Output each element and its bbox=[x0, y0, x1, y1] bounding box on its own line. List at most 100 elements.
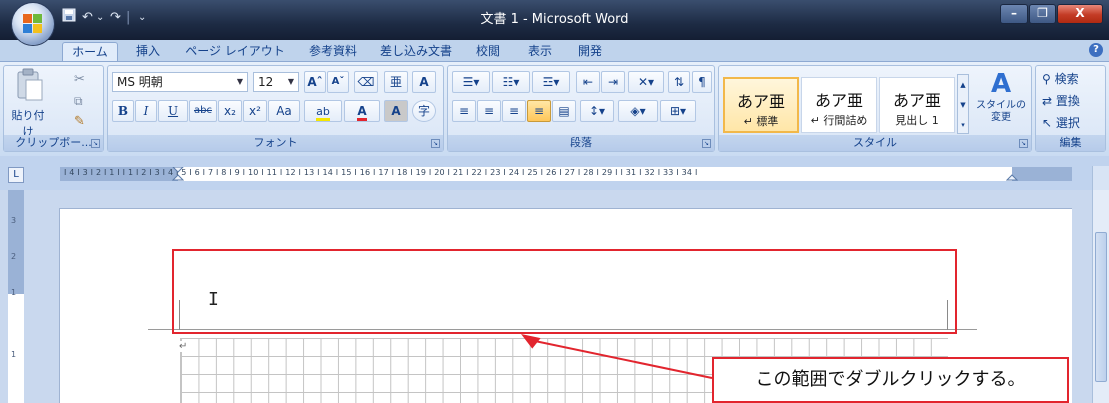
highlighter-icon: ab bbox=[316, 105, 330, 121]
format-painter-icon[interactable]: ✎ bbox=[74, 114, 85, 129]
decrease-indent-icon[interactable]: ⇤ bbox=[576, 71, 600, 93]
find-label: 検索 bbox=[1054, 72, 1079, 86]
shrink-font-button[interactable]: Aˇ bbox=[327, 71, 349, 93]
tab-review[interactable]: 校閲 bbox=[468, 42, 508, 61]
vruler-num: 3 bbox=[11, 216, 17, 225]
close-button[interactable]: X bbox=[1057, 4, 1103, 24]
align-right-icon[interactable]: ≡ bbox=[502, 100, 526, 122]
ruler-row: L I 4 I 3 I 2 I 1 I I 1 I 2 I 3 I 4 I 5 … bbox=[0, 156, 1109, 190]
font-group-label: フォント bbox=[108, 135, 443, 151]
style-name: 見出し 1 bbox=[895, 114, 939, 127]
select-button[interactable]: ↖ 選択 bbox=[1042, 114, 1080, 131]
grow-font-button[interactable]: Aˆ bbox=[304, 71, 326, 93]
vruler-text-area bbox=[8, 294, 24, 403]
bold-button[interactable]: B bbox=[112, 100, 134, 122]
tab-references[interactable]: 参考資料 bbox=[302, 42, 364, 61]
ruler-scale: I 4 I 3 I 2 I 1 I I 1 I 2 I 3 I 4 I 5 I … bbox=[64, 168, 698, 177]
font-name-value: MS 明朝 bbox=[117, 75, 163, 89]
change-case-button[interactable]: Aa bbox=[268, 100, 300, 122]
paste-icon bbox=[17, 68, 43, 101]
paragraph-group-label: 段落 bbox=[448, 135, 714, 151]
phonetic-guide-icon[interactable]: 亜 bbox=[384, 71, 408, 93]
cursor-arrow-icon: ↖ bbox=[1042, 116, 1053, 130]
styles-launcher-icon[interactable]: ↘ bbox=[1019, 139, 1028, 148]
vertical-ruler[interactable]: 3 2 1 1 bbox=[8, 190, 24, 403]
numbering-icon[interactable]: ☷▾ bbox=[492, 71, 530, 93]
char-border-icon[interactable]: A bbox=[412, 71, 436, 93]
vruler-num: 2 bbox=[11, 252, 17, 261]
italic-button[interactable]: I bbox=[135, 100, 157, 122]
clipboard-group-label: クリップボー... bbox=[4, 135, 103, 151]
subscript-button[interactable]: x₂ bbox=[218, 100, 242, 122]
show-marks-icon[interactable]: ¶ bbox=[692, 71, 712, 93]
align-left-icon[interactable]: ≡ bbox=[452, 100, 476, 122]
shading-icon[interactable]: ◈▾ bbox=[618, 100, 658, 122]
copy-icon[interactable]: ⧉ bbox=[74, 94, 83, 109]
line-spacing-icon[interactable]: ↕▾ bbox=[580, 100, 614, 122]
char-shading-button[interactable]: A bbox=[384, 100, 408, 122]
tab-page-layout[interactable]: ページ レイアウト bbox=[180, 42, 290, 61]
vruler-num: 1 bbox=[11, 350, 17, 359]
vertical-scrollbar[interactable] bbox=[1092, 190, 1109, 403]
font-group: MS 明朝 ▼ 12 ▼ Aˆ Aˇ ⌫ 亜 A B I U abc x₂ x²… bbox=[107, 65, 444, 152]
font-size-value: 12 bbox=[258, 75, 274, 89]
tab-home[interactable]: ホーム bbox=[62, 42, 118, 61]
bullets-icon[interactable]: ☰▾ bbox=[452, 71, 490, 93]
align-center-icon[interactable]: ≡ bbox=[477, 100, 501, 122]
underline-button[interactable]: U bbox=[158, 100, 188, 122]
maximize-button[interactable]: ❐ bbox=[1029, 4, 1056, 24]
scrollbar-thumb[interactable] bbox=[1095, 232, 1107, 382]
office-logo-icon bbox=[23, 14, 43, 34]
asian-layout-icon[interactable]: ✕▾ bbox=[628, 71, 664, 93]
tab-insert[interactable]: 挿入 bbox=[128, 42, 168, 61]
paragraph-group: ☰▾ ☷▾ ☲▾ ⇤ ⇥ ✕▾ ⇅ ¶ ≡ ≡ ≡ ≡ ▤ ↕▾ ◈▾ ⊞▾ 段… bbox=[447, 65, 715, 152]
chevron-down-icon: ▼ bbox=[236, 77, 244, 86]
enclose-char-button[interactable]: 字 bbox=[412, 100, 436, 122]
tab-selector-button[interactable]: L bbox=[8, 167, 24, 183]
callout-box: この範囲でダブルクリックする。 bbox=[712, 357, 1069, 403]
indent-marker-icon[interactable] bbox=[172, 167, 184, 181]
tab-mailings[interactable]: 差し込み文書 bbox=[374, 42, 458, 61]
minimize-button[interactable]: – bbox=[1000, 4, 1028, 24]
title-bar: ↶ ⌄ ↷ | ⌄ 文書 1 - Microsoft Word – ❐ X bbox=[0, 0, 1109, 45]
tab-developer[interactable]: 開発 bbox=[570, 42, 610, 61]
highlight-color-button[interactable]: ab bbox=[304, 100, 342, 122]
horizontal-ruler[interactable]: I 4 I 3 I 2 I 1 I I 1 I 2 I 3 I 4 I 5 I … bbox=[60, 167, 1072, 181]
help-icon[interactable]: ? bbox=[1089, 43, 1103, 57]
clear-format-icon[interactable]: ⌫ bbox=[354, 71, 378, 93]
find-button[interactable]: ⚲ 検索 bbox=[1042, 70, 1079, 87]
style-no-spacing[interactable]: あア亜 ↵ 行間詰め bbox=[801, 77, 877, 133]
distribute-icon[interactable]: ▤ bbox=[552, 100, 576, 122]
view-ruler-icon[interactable] bbox=[1092, 166, 1109, 190]
style-normal[interactable]: あア亜 ↵ 標準 bbox=[723, 77, 799, 133]
font-launcher-icon[interactable]: ↘ bbox=[431, 139, 440, 148]
justify-icon[interactable]: ≡ bbox=[527, 100, 551, 122]
paragraph-launcher-icon[interactable]: ↘ bbox=[702, 139, 711, 148]
cut-icon[interactable]: ✂ bbox=[74, 72, 85, 87]
increase-indent-icon[interactable]: ⇥ bbox=[601, 71, 625, 93]
paste-button[interactable]: 貼り付け bbox=[8, 68, 48, 138]
font-color-icon: A bbox=[357, 104, 367, 121]
style-heading-1[interactable]: あア亜 見出し 1 bbox=[879, 77, 955, 133]
tab-view[interactable]: 表示 bbox=[520, 42, 560, 61]
styles-group: あア亜 ↵ 標準 あア亜 ↵ 行間詰め あア亜 見出し 1 ▲ ▼ ▾ A スタイル… bbox=[718, 65, 1032, 152]
font-size-combo[interactable]: 12 ▼ bbox=[253, 72, 299, 92]
change-styles-button[interactable]: A スタイルの変更 bbox=[973, 68, 1029, 134]
replace-button[interactable]: ⇄ 置換 bbox=[1042, 92, 1080, 109]
superscript-button[interactable]: x² bbox=[243, 100, 267, 122]
font-color-button[interactable]: A bbox=[344, 100, 380, 122]
vruler-num: 1 bbox=[11, 288, 17, 297]
clipboard-launcher-icon[interactable]: ↘ bbox=[91, 139, 100, 148]
multilevel-list-icon[interactable]: ☲▾ bbox=[532, 71, 570, 93]
header-area-highlight[interactable] bbox=[172, 249, 957, 334]
office-button[interactable] bbox=[12, 3, 54, 45]
window-title: 文書 1 - Microsoft Word bbox=[480, 12, 629, 27]
borders-icon[interactable]: ⊞▾ bbox=[660, 100, 696, 122]
styles-scroll[interactable]: ▲ ▼ ▾ bbox=[957, 74, 969, 134]
font-name-combo[interactable]: MS 明朝 ▼ bbox=[112, 72, 248, 92]
right-indent-marker-icon[interactable] bbox=[1006, 167, 1018, 181]
style-name: ↵ 標準 bbox=[743, 115, 779, 128]
editing-group-label: 編集 bbox=[1036, 135, 1105, 151]
sort-icon[interactable]: ⇅ bbox=[668, 71, 690, 93]
strikethrough-button[interactable]: abc bbox=[189, 100, 217, 122]
